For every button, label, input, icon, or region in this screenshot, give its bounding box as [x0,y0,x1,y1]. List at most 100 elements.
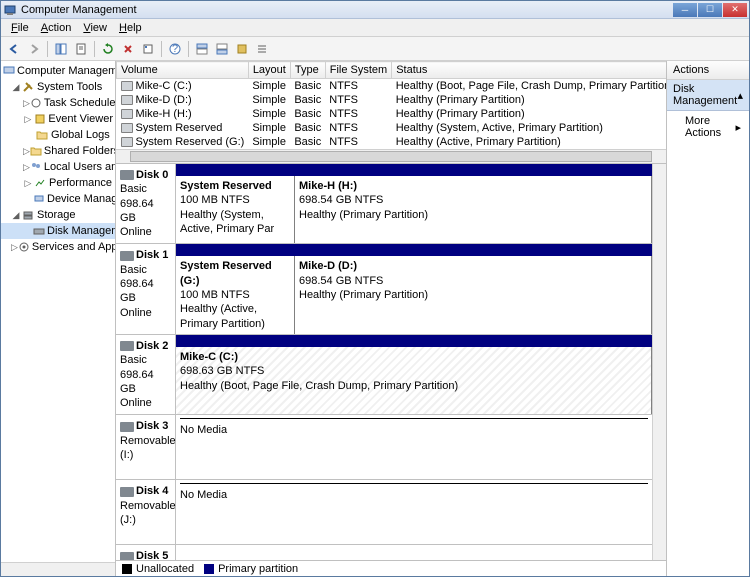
tree-label: Performance [49,177,112,189]
minimize-button[interactable]: ─ [673,3,697,17]
delete-button[interactable] [119,40,137,58]
expand-icon[interactable]: ▷ [23,162,30,173]
collapse-icon[interactable]: ◢ [11,210,21,221]
no-media-text: No Media [180,489,227,501]
col-filesystem[interactable]: File System [325,62,391,79]
tree-system-tools[interactable]: ◢ System Tools [1,79,115,95]
tree-global-logs[interactable]: Global Logs [1,127,115,143]
tree-root[interactable]: Computer Management (Local [1,63,115,79]
maximize-button[interactable]: ☐ [698,3,722,17]
col-status[interactable]: Status [392,62,667,79]
disk-partitions: System Reserved (G:) 100 MB NTFS Healthy… [176,244,652,333]
forward-button[interactable] [25,40,43,58]
folder-icon [35,128,49,142]
close-button[interactable]: ✕ [723,3,747,17]
partition-system-reserved-g[interactable]: System Reserved (G:) 100 MB NTFS Healthy… [176,256,295,333]
menu-action[interactable]: Action [35,20,78,36]
expand-icon[interactable]: ▷ [23,98,30,109]
diskmap-scrollbar[interactable] [652,164,666,560]
tree-local-users[interactable]: ▷ Local Users and Groups [1,159,115,175]
expand-icon[interactable]: ▷ [23,114,33,125]
volume-row[interactable]: Mike-D (D:)SimpleBasicNTFSHealthy (Prima… [117,93,668,107]
help-button[interactable]: ? [166,40,184,58]
partition-mike-d[interactable]: Mike-D (D:) 698.54 GB NTFS Healthy (Prim… [295,256,652,333]
no-media: No Media [176,415,652,479]
volume-row[interactable]: System ReservedSimpleBasicNTFSHealthy (S… [117,121,668,135]
disk-name: Disk 2 [136,340,168,352]
disk-row-2[interactable]: Disk 2 Basic 698.64 GB Online Mike-C (C:… [116,335,652,415]
tree-services-apps[interactable]: ▷ Services and Applications [1,239,115,255]
volume-scrollbar[interactable] [116,149,666,163]
folder-share-icon [30,144,42,158]
volume-row[interactable]: System Reserved (G:)SimpleBasicNTFSHealt… [117,135,668,149]
disk-partitions: System Reserved 100 MB NTFS Healthy (Sys… [176,164,652,243]
removable-icon [120,487,134,497]
disk-size: 698.64 GB [120,369,154,395]
part-title: System Reserved (G:) [180,260,272,286]
disk-info: Disk 1 Basic 698.64 GB Online [116,244,176,333]
toolbar-separator [94,41,95,57]
part-title: Mike-C (C:) [180,351,238,363]
disk-type: Basic [120,264,147,276]
tree-shared-folders[interactable]: ▷ Shared Folders [1,143,115,159]
disk-size: 698.64 GB [120,278,154,304]
main-content: Computer Management (Local ◢ System Tool… [1,61,749,576]
disk-name: Disk 3 [136,420,168,432]
users-icon [30,160,42,174]
action-more[interactable]: More Actions ▸ [667,111,749,143]
tree-storage[interactable]: ◢ Storage [1,207,115,223]
actions-header: Actions [667,61,749,80]
part-status: Healthy (Primary Partition) [299,289,428,301]
partition-mike-c[interactable]: Mike-C (C:) 698.63 GB NTFS Healthy (Boot… [176,347,652,414]
tree-performance[interactable]: ▷ Performance [1,175,115,191]
disk-map: Disk 0 Basic 698.64 GB Online System Res… [116,164,652,560]
back-button[interactable] [5,40,23,58]
removable-icon [120,552,134,560]
view-top-button[interactable] [193,40,211,58]
menu-view[interactable]: View [77,20,113,36]
expand-icon[interactable]: ▷ [23,178,33,189]
disk-type: Removable (I:) [120,435,176,461]
expand-icon[interactable]: ▷ [11,242,18,253]
tree-event-viewer[interactable]: ▷ Event Viewer [1,111,115,127]
col-type[interactable]: Type [290,62,325,79]
properties-button[interactable] [72,40,90,58]
expand-icon[interactable]: ▷ [23,146,30,157]
action-label: More Actions [685,115,735,139]
menu-file[interactable]: File [5,20,35,36]
show-hide-tree-button[interactable] [52,40,70,58]
disk-info: Disk 0 Basic 698.64 GB Online [116,164,176,243]
part-sub: 698.54 GB NTFS [299,194,383,206]
properties2-button[interactable] [139,40,157,58]
col-layout[interactable]: Layout [248,62,290,79]
refresh-button[interactable] [99,40,117,58]
hdd-icon [120,170,134,180]
tree-device-manager[interactable]: Device Manager [1,191,115,207]
tree-disk-management[interactable]: Disk Management [1,223,115,239]
volume-row[interactable]: Mike-C (C:)SimpleBasicNTFSHealthy (Boot,… [117,79,668,94]
actions-group[interactable]: Disk Management ▴ [667,80,749,111]
tree-task-scheduler[interactable]: ▷ Task Scheduler [1,95,115,111]
removable-icon [120,422,134,432]
menu-help[interactable]: Help [113,20,148,36]
tree-label: Disk Management [47,225,116,237]
chevron-right-icon: ▸ [735,121,741,134]
disk-name: Disk 4 [136,485,168,497]
disk-row-5[interactable]: Disk 5 Removable (K:) [116,545,652,560]
col-volume[interactable]: Volume [117,62,249,79]
disk-size: 698.64 GB [120,198,154,224]
partition-mike-h[interactable]: Mike-H (H:) 698.54 GB NTFS Healthy (Prim… [295,176,652,243]
disk-row-4[interactable]: Disk 4 Removable (J:) No Media [116,480,652,545]
list-button[interactable] [253,40,271,58]
disk-row-0[interactable]: Disk 0 Basic 698.64 GB Online System Res… [116,164,652,244]
disk-row-3[interactable]: Disk 3 Removable (I:) No Media [116,415,652,480]
disk-row-1[interactable]: Disk 1 Basic 698.64 GB Online System Res… [116,244,652,334]
collapse-icon[interactable]: ◢ [11,82,21,93]
clock-icon [30,96,42,110]
partition-system-reserved[interactable]: System Reserved 100 MB NTFS Healthy (Sys… [176,176,295,243]
tree-scrollbar[interactable] [1,562,115,576]
view-bottom-button[interactable] [213,40,231,58]
settings-button[interactable] [233,40,251,58]
volume-row[interactable]: Mike-H (H:)SimpleBasicNTFSHealthy (Prima… [117,107,668,121]
part-title: Mike-D (D:) [299,260,357,272]
